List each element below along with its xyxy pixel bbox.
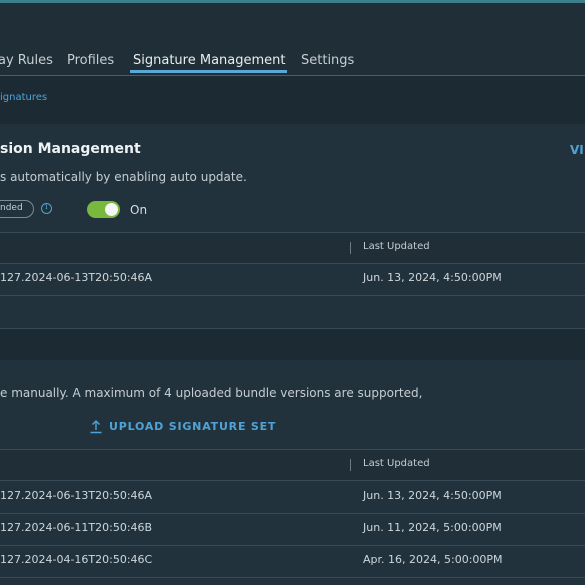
tab-bar: ay Rules Profiles Signature Management S… (0, 3, 585, 76)
signature-name-cell: 127.2024-06-13T20:50:46A (0, 489, 153, 502)
table-row-empty (0, 296, 585, 329)
upload-icon (90, 420, 102, 434)
toggle-knob (105, 203, 118, 216)
toggle-label: On (130, 203, 148, 217)
table-header: Last Updated (0, 449, 585, 481)
section-title: sion Management (0, 141, 141, 157)
tab-settings[interactable]: Settings (301, 53, 354, 68)
last-updated-header[interactable]: Last Updated (363, 241, 430, 252)
table-row[interactable]: 127.2024-06-11T20:50:46B Jun. 11, 2024, … (0, 513, 585, 546)
tab-rules[interactable]: ay Rules (0, 53, 53, 68)
signature-name-cell: 127.2024-06-13T20:50:46A (0, 271, 153, 284)
tab-profiles[interactable]: Profiles (67, 53, 114, 68)
column-divider[interactable] (350, 242, 351, 254)
section-gap (0, 329, 585, 361)
status-pill-label: nded (0, 203, 23, 213)
signature-name-cell: 127.2024-06-11T20:50:46B (0, 521, 153, 534)
status-pill: nded (0, 200, 34, 218)
upload-description: e manually. A maximum of 4 uploaded bund… (0, 386, 423, 400)
table-header: Last Updated (0, 232, 585, 264)
table-row[interactable]: 127.2024-06-13T20:50:46A Jun. 13, 2024, … (0, 481, 585, 514)
tab-signature-management[interactable]: Signature Management (133, 53, 285, 68)
breadcrumb-link[interactable]: ignatures (0, 92, 47, 103)
last-updated-cell: Jun. 11, 2024, 5:00:00PM (363, 521, 502, 534)
table-row[interactable]: 127.2024-06-13T20:50:46A Jun. 13, 2024, … (0, 263, 585, 296)
column-divider[interactable] (350, 459, 351, 471)
section-description: s automatically by enabling auto update. (0, 170, 247, 184)
table-row[interactable]: 127.2024-04-16T20:50:46C Apr. 16, 2024, … (0, 545, 585, 578)
auto-update-toggle[interactable] (87, 201, 120, 218)
signature-name-cell: 127.2024-04-16T20:50:46C (0, 553, 153, 566)
last-updated-cell: Apr. 16, 2024, 5:00:00PM (363, 553, 503, 566)
view-link[interactable]: VI (570, 143, 584, 157)
upload-button-label: UPLOAD SIGNATURE SET (109, 420, 277, 433)
info-icon[interactable] (41, 202, 52, 214)
active-tab-indicator (130, 70, 287, 73)
last-updated-cell: Jun. 13, 2024, 4:50:00PM (363, 271, 502, 284)
last-updated-cell: Jun. 13, 2024, 4:50:00PM (363, 489, 502, 502)
last-updated-header[interactable]: Last Updated (363, 458, 430, 469)
